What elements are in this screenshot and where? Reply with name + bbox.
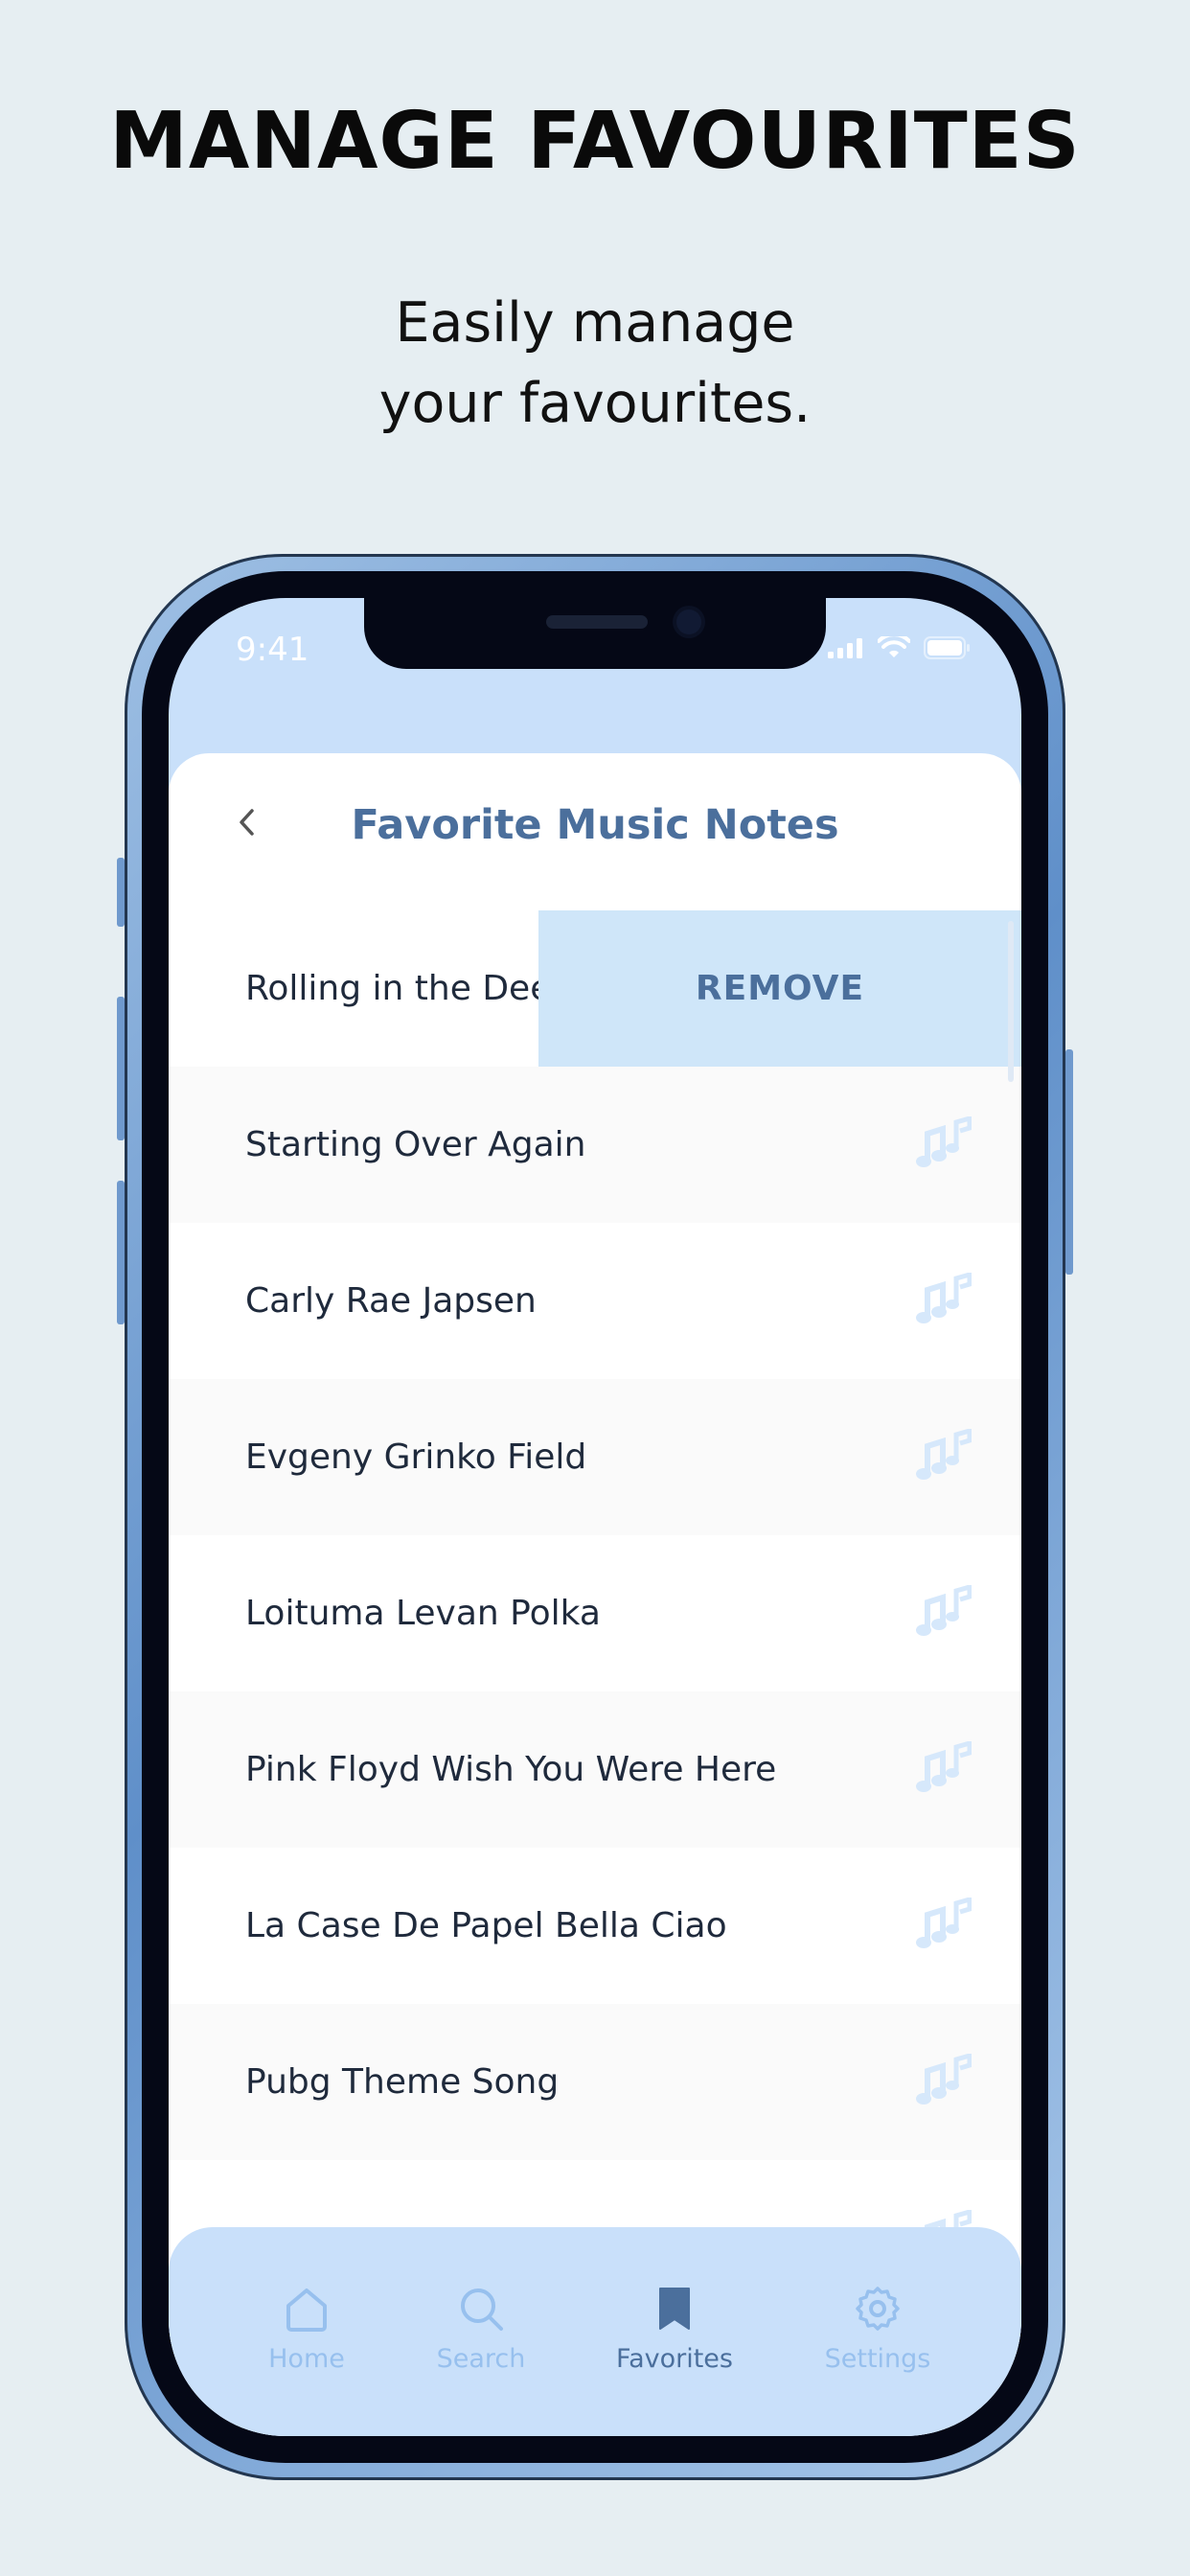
favorites-list: Rolling in the Deep REMOVE Starting Over…: [169, 910, 1021, 2316]
tab-favorites[interactable]: Favorites: [588, 2283, 761, 2374]
page-title: Favorite Music Notes: [351, 801, 839, 849]
list-item[interactable]: Pubg Theme Song: [169, 2004, 1021, 2160]
gear-icon: [856, 2287, 900, 2331]
music-notes-icon: [916, 1428, 972, 1480]
song-title: Pubg Theme Song: [245, 2062, 560, 2102]
list-item[interactable]: Evgeny Grinko Field: [169, 1379, 1021, 1535]
tab-label: Search: [436, 2344, 526, 2374]
phone-notch: [364, 598, 826, 669]
list-item[interactable]: Starting Over Again: [169, 1067, 1021, 1223]
signal-icon: [828, 638, 862, 658]
remove-button[interactable]: REMOVE: [538, 910, 1021, 1067]
list-item[interactable]: Carly Rae Japsen: [169, 1223, 1021, 1379]
phone-mute-switch: [117, 858, 125, 927]
phone-screen: 9:41 Favorite Music Notes Rolling in the…: [169, 598, 1021, 2436]
song-title: Carly Rae Japsen: [245, 1281, 537, 1321]
phone-volume-up-button: [117, 997, 125, 1140]
search-icon: [461, 2288, 503, 2331]
music-notes-icon: [916, 1897, 972, 1948]
promo-headline: MANAGE FAVOURITES: [109, 96, 1081, 187]
status-time: 9:41: [236, 631, 309, 669]
tab-search[interactable]: Search: [395, 2283, 567, 2374]
tab-label: Home: [268, 2344, 345, 2374]
home-icon: [286, 2288, 327, 2332]
list-item[interactable]: Loituma Levan Polka: [169, 1535, 1021, 1691]
favorites-card: Favorite Music Notes Rolling in the Deep…: [169, 753, 1021, 2436]
tab-home[interactable]: Home: [220, 2283, 393, 2374]
music-notes-icon: [916, 1272, 972, 1323]
song-title: Evgeny Grinko Field: [245, 1438, 587, 1477]
speaker-grille: [546, 615, 648, 629]
tab-settings[interactable]: Settings: [791, 2283, 964, 2374]
song-title: Loituma Levan Polka: [245, 1594, 601, 1633]
tab-label: Settings: [824, 2344, 931, 2374]
song-title: La Case De Papel Bella Ciao: [245, 1906, 727, 1945]
phone-volume-down-button: [117, 1181, 125, 1324]
tab-label: Favorites: [616, 2344, 733, 2374]
music-notes-icon: [916, 1584, 972, 1636]
list-item[interactable]: Rolling in the Deep REMOVE: [169, 910, 1021, 1067]
song-title: Rolling in the Deep: [245, 969, 574, 1008]
promo-subline-line-1: Easily manage: [395, 291, 795, 355]
wifi-icon: [878, 636, 910, 657]
music-notes-icon: [916, 2053, 972, 2104]
list-item[interactable]: Pink Floyd Wish You Were Here: [169, 1691, 1021, 1848]
front-camera: [676, 610, 701, 634]
bookmark-icon: [659, 2288, 690, 2330]
music-notes-icon: [916, 1740, 972, 1792]
promo-subline-line-2: your favourites.: [378, 372, 812, 435]
song-title: Starting Over Again: [245, 1125, 586, 1164]
scrollbar[interactable]: [1008, 921, 1014, 1082]
phone-power-button: [1065, 1049, 1073, 1275]
battery-icon: [924, 636, 970, 659]
music-notes-icon: [916, 1116, 972, 1167]
status-icons: [828, 636, 972, 659]
list-item[interactable]: La Case De Papel Bella Ciao: [169, 1848, 1021, 2004]
promo-subline: Easily manage your favourites.: [0, 283, 1190, 444]
tab-bar: Home Search Favorites Settings: [169, 2227, 1021, 2436]
song-title: Pink Floyd Wish You Were Here: [245, 1750, 777, 1789]
